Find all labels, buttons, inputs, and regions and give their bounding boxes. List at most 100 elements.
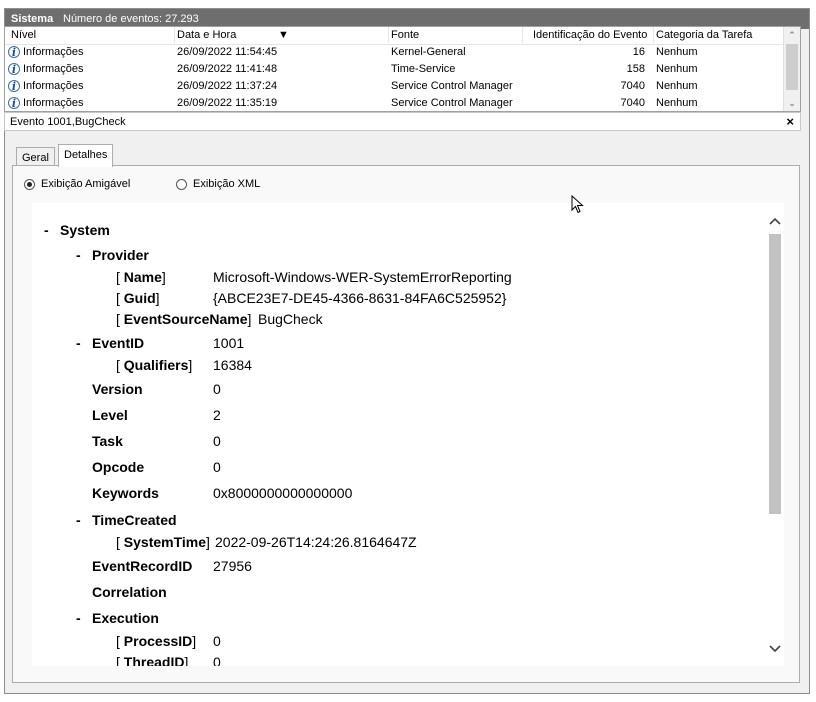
scroll-thumb[interactable] (769, 234, 781, 514)
attr-esn-key: EventSourceName (123, 311, 248, 327)
table-row[interactable]: i Informações 26/09/2022 11:41:48 Time-S… (5, 61, 785, 78)
radio-xml-label: Exibição XML (193, 178, 261, 190)
bracket: ] (247, 311, 252, 327)
collapse-toggle[interactable]: - (76, 512, 81, 528)
node-level: Level (92, 407, 128, 423)
close-icon[interactable]: × (786, 114, 794, 129)
attr-esn-value: BugCheck (258, 311, 323, 327)
friendly-view-tree: - System - Provider [ Name] Microsoft-Wi… (32, 203, 784, 666)
column-category[interactable]: Categoria da Tarefa (656, 29, 752, 41)
node-eventid: EventID (92, 335, 145, 351)
bracket: [ (116, 534, 120, 550)
bracket: ] (161, 269, 166, 285)
column-datetime[interactable]: Data e Hora (177, 29, 236, 41)
node-keywords: Keywords (92, 485, 159, 501)
bracket: ] (206, 534, 210, 550)
sort-desc-icon: ▼ (278, 29, 289, 41)
row-datetime: 26/09/2022 11:41:48 (177, 63, 278, 75)
table-row[interactable]: i Informações 26/09/2022 11:35:19 Servic… (5, 95, 785, 111)
list-scrollbar[interactable]: ⌃ ⌄ (783, 27, 800, 111)
column-separator[interactable] (522, 27, 523, 43)
collapse-toggle[interactable]: - (76, 335, 81, 351)
column-separator[interactable] (174, 27, 175, 43)
attr-qualifiers-key: Qualifiers (123, 357, 189, 373)
row-source: Service Control Manager (391, 97, 513, 109)
attr-threadid-key: ThreadID (123, 654, 185, 666)
event-details-bar: Evento 1001,BugCheck × (4, 112, 801, 131)
radio-unselected-icon[interactable] (176, 179, 187, 190)
column-separator[interactable] (653, 27, 654, 43)
info-icon: i (8, 63, 20, 75)
row-source: Service Control Manager (391, 80, 513, 92)
node-correlation: Correlation (92, 584, 167, 600)
row-category: Nenhum (656, 80, 698, 92)
event-list[interactable]: Nível Data e Hora ▼ Fonte Identificação … (4, 26, 801, 112)
task-value: 0 (213, 433, 221, 449)
tab-general[interactable]: Geral (16, 147, 55, 167)
version-value: 0 (213, 381, 221, 397)
scroll-up-icon[interactable] (767, 212, 783, 228)
row-category: Nenhum (656, 97, 698, 109)
attr-qualifiers-value: 16384 (213, 357, 252, 373)
attr-processid-key: ProcessID (123, 633, 193, 649)
attr-systemtime-key: SystemTime (123, 534, 207, 550)
row-level: Informações (23, 97, 84, 109)
radio-friendly-label: Exibição Amigável (41, 178, 131, 190)
row-level: Informações (23, 80, 84, 92)
column-level[interactable]: Nível (11, 29, 36, 41)
collapse-toggle[interactable]: - (76, 610, 81, 626)
tab-details[interactable]: Detalhes (58, 144, 114, 167)
node-provider: Provider (92, 247, 149, 263)
details-scrollbar[interactable] (767, 210, 783, 662)
section-title: Sistema (11, 13, 54, 25)
scroll-up-icon[interactable]: ⌃ (784, 28, 800, 42)
column-source[interactable]: Fonte (391, 29, 419, 41)
row-event-id: 7040 (620, 80, 645, 92)
attr-processid-value: 0 (213, 633, 221, 649)
eventid-value: 1001 (213, 335, 245, 351)
node-version: Version (92, 381, 143, 397)
bracket: ] (192, 633, 197, 649)
info-icon: i (8, 80, 20, 92)
opcode-value: 0 (213, 459, 221, 475)
node-opcode: Opcode (92, 459, 145, 475)
row-datetime: 26/09/2022 11:54:45 (177, 46, 278, 58)
attr-systemtime-value: 2022-09-26T14:24:26.8164647Z (215, 534, 417, 550)
row-category: Nenhum (656, 46, 698, 58)
node-execution: Execution (92, 610, 159, 626)
keywords-value: 0x8000000000000000 (213, 485, 353, 501)
row-datetime: 26/09/2022 11:37:24 (177, 80, 278, 92)
table-row[interactable]: i Informações 26/09/2022 11:54:45 Kernel… (5, 44, 785, 61)
bracket: [ (116, 357, 120, 373)
attr-name-key: Name (123, 269, 162, 285)
bracket: [ (116, 654, 120, 666)
bracket: ] (188, 357, 193, 373)
bracket: [ (116, 311, 120, 327)
eventrecordid-value: 27956 (213, 558, 252, 574)
event-title: Evento 1001,BugCheck (10, 116, 126, 128)
table-row[interactable]: i Informações 26/09/2022 11:37:24 Servic… (5, 78, 785, 95)
row-event-id: 158 (626, 63, 645, 75)
bracket: [ (116, 633, 120, 649)
info-icon: i (8, 46, 20, 58)
scroll-down-icon[interactable] (767, 640, 783, 656)
event-count: Número de eventos: 27.293 (63, 13, 199, 25)
node-task: Task (92, 433, 123, 449)
column-separator[interactable] (388, 27, 389, 43)
node-timecreated: TimeCreated (92, 512, 177, 528)
column-event-id[interactable]: Identificação do Evento (533, 29, 647, 41)
level-value: 2 (213, 407, 221, 423)
radio-selected-icon[interactable] (24, 179, 35, 190)
scroll-down-icon[interactable]: ⌄ (784, 96, 800, 110)
bracket: ] (184, 654, 189, 666)
row-source: Kernel-General (391, 46, 466, 58)
scroll-thumb[interactable] (786, 44, 798, 90)
row-datetime: 26/09/2022 11:35:19 (177, 97, 278, 109)
collapse-toggle[interactable]: - (44, 222, 49, 238)
attr-guid-value: {ABCE23E7-DE45-4366-8631-84FA6C525952} (213, 290, 507, 306)
row-category: Nenhum (656, 63, 698, 75)
row-level: Informações (23, 63, 84, 75)
collapse-toggle[interactable]: - (76, 247, 81, 263)
attr-name-value: Microsoft-Windows-WER-SystemErrorReporti… (213, 269, 512, 285)
node-system: System (60, 222, 110, 238)
